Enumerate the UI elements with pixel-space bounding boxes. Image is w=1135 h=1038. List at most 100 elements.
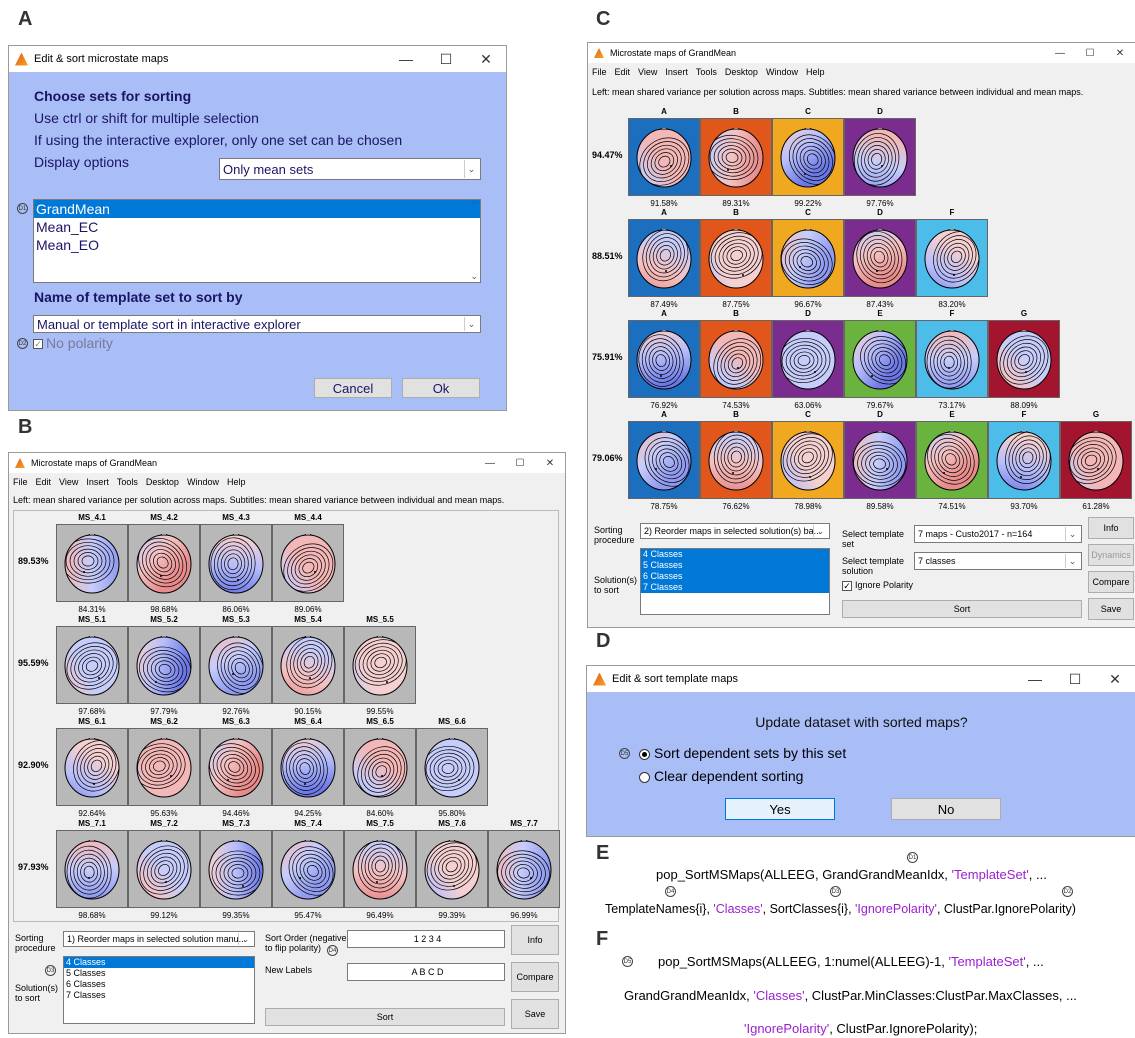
microstate-map[interactable]: A 78.75% bbox=[628, 410, 700, 511]
list-item[interactable]: 4 Classes bbox=[64, 957, 254, 968]
microstate-map[interactable]: MS_7.6 99.39% bbox=[416, 819, 488, 920]
sort-button[interactable]: Sort bbox=[842, 600, 1082, 618]
microstate-map[interactable]: D 63.06% bbox=[772, 309, 844, 410]
sort-button[interactable]: Sort bbox=[265, 1008, 505, 1026]
microstate-map[interactable]: G 61.28% bbox=[1060, 410, 1132, 511]
list-item[interactable]: 5 Classes bbox=[64, 968, 254, 979]
microstate-map[interactable]: MS_4.4 89.06% bbox=[272, 513, 344, 614]
microstate-map[interactable]: MS_4.2 98.68% bbox=[128, 513, 200, 614]
save-button[interactable]: Save bbox=[1088, 598, 1134, 620]
microstate-map[interactable]: MS_4.3 86.06% bbox=[200, 513, 272, 614]
microstate-map[interactable]: C 96.67% bbox=[772, 208, 844, 309]
info-button[interactable]: Info bbox=[1088, 517, 1134, 539]
solutions-listbox[interactable]: 4 Classes 5 Classes 6 Classes 7 Classes bbox=[640, 548, 830, 615]
microstate-map[interactable]: MS_7.4 95.47% bbox=[272, 819, 344, 920]
microstate-map[interactable]: D 87.43% bbox=[844, 208, 916, 309]
menu-item-window[interactable]: Window bbox=[766, 67, 798, 77]
menu-item-edit[interactable]: Edit bbox=[615, 67, 631, 77]
microstate-map[interactable]: MS_6.5 84.60% bbox=[344, 717, 416, 818]
menu-item-window[interactable]: Window bbox=[187, 477, 219, 487]
microstate-map[interactable]: MS_6.1 92.64% bbox=[56, 717, 128, 818]
microstate-map[interactable]: MS_6.4 94.25% bbox=[272, 717, 344, 818]
menu-item-desktop[interactable]: Desktop bbox=[725, 67, 758, 77]
menu-item-help[interactable]: Help bbox=[806, 67, 825, 77]
microstate-map[interactable]: A 76.92% bbox=[628, 309, 700, 410]
microstate-map[interactable]: D 97.76% bbox=[844, 107, 916, 208]
compare-button[interactable]: Compare bbox=[511, 962, 559, 992]
sets-listbox[interactable]: GrandMean Mean_EC Mean_EO ⌃ ⌄ bbox=[33, 199, 481, 283]
microstate-map[interactable]: MS_5.4 90.15% bbox=[272, 615, 344, 716]
microstate-map[interactable]: B 89.31% bbox=[700, 107, 772, 208]
microstate-map[interactable]: F 83.20% bbox=[916, 208, 988, 309]
microstate-map[interactable]: MS_7.1 98.68% bbox=[56, 819, 128, 920]
menu-item-file[interactable]: File bbox=[13, 477, 28, 487]
template-solution-dropdown[interactable]: 7 classes ⌄ bbox=[914, 552, 1082, 570]
no-button[interactable]: No bbox=[891, 798, 1001, 820]
close-icon[interactable]: ✕ bbox=[1095, 671, 1135, 688]
menu-item-edit[interactable]: Edit bbox=[36, 477, 52, 487]
microstate-map[interactable]: A 91.58% bbox=[628, 107, 700, 208]
menu-item-tools[interactable]: Tools bbox=[117, 477, 138, 487]
microstate-map[interactable]: B 76.62% bbox=[700, 410, 772, 511]
microstate-map[interactable]: F 73.17% bbox=[916, 309, 988, 410]
sorting-procedure-dropdown[interactable]: 1) Reorder maps in selected solution man… bbox=[63, 931, 255, 947]
no-polarity-checkbox[interactable]: ✓ No polarity bbox=[33, 335, 113, 351]
close-icon[interactable]: ✕ bbox=[535, 458, 565, 469]
radio-clear-dependent[interactable]: Clear dependent sorting bbox=[639, 768, 803, 784]
microstate-map[interactable]: G 88.09% bbox=[988, 309, 1060, 410]
template-set-dropdown[interactable]: 7 maps - Custo2017 - n=164 ⌄ bbox=[914, 525, 1082, 543]
microstate-map[interactable]: A 87.49% bbox=[628, 208, 700, 309]
compare-button[interactable]: Compare bbox=[1088, 571, 1134, 593]
menu-item-file[interactable]: File bbox=[592, 67, 607, 77]
menu-item-view[interactable]: View bbox=[59, 477, 78, 487]
menu-item-tools[interactable]: Tools bbox=[696, 67, 717, 77]
microstate-map[interactable]: MS_7.3 99.35% bbox=[200, 819, 272, 920]
maximize-icon[interactable]: ☐ bbox=[1075, 48, 1105, 59]
microstate-map[interactable]: F 93.70% bbox=[988, 410, 1060, 511]
minimize-icon[interactable]: — bbox=[475, 458, 505, 469]
minimize-icon[interactable]: — bbox=[1045, 48, 1075, 59]
sort-order-input[interactable]: 1 2 3 4 bbox=[347, 930, 505, 948]
info-button[interactable]: Info bbox=[511, 925, 559, 955]
menu-item-help[interactable]: Help bbox=[227, 477, 246, 487]
maximize-icon[interactable]: ☐ bbox=[505, 458, 535, 469]
template-set-dropdown[interactable]: Manual or template sort in interactive e… bbox=[33, 315, 481, 333]
minimize-icon[interactable]: — bbox=[1015, 671, 1055, 687]
microstate-map[interactable]: MS_7.5 96.49% bbox=[344, 819, 416, 920]
microstate-map[interactable]: C 78.98% bbox=[772, 410, 844, 511]
microstate-map[interactable]: MS_5.3 92.76% bbox=[200, 615, 272, 716]
microstate-map[interactable]: B 74.53% bbox=[700, 309, 772, 410]
close-icon[interactable]: ✕ bbox=[1105, 48, 1135, 59]
menu-item-view[interactable]: View bbox=[638, 67, 657, 77]
microstate-map[interactable]: MS_5.5 99.55% bbox=[344, 615, 416, 716]
list-item[interactable]: GrandMean bbox=[34, 200, 480, 218]
microstate-map[interactable]: MS_7.2 99.12% bbox=[128, 819, 200, 920]
microstate-map[interactable]: MS_7.7 96.99% bbox=[488, 819, 560, 920]
microstate-map[interactable]: E 79.67% bbox=[844, 309, 916, 410]
microstate-map[interactable]: MS_5.1 97.68% bbox=[56, 615, 128, 716]
dynamics-button[interactable]: Dynamics bbox=[1088, 544, 1134, 566]
maximize-icon[interactable]: ☐ bbox=[426, 51, 466, 68]
list-item[interactable]: 7 Classes bbox=[641, 582, 829, 593]
microstate-map[interactable]: MS_6.3 94.46% bbox=[200, 717, 272, 818]
maximize-icon[interactable]: ☐ bbox=[1055, 671, 1095, 688]
menu-item-insert[interactable]: Insert bbox=[86, 477, 109, 487]
microstate-map[interactable]: C 99.22% bbox=[772, 107, 844, 208]
yes-button[interactable]: Yes bbox=[725, 798, 835, 820]
microstate-map[interactable]: MS_4.1 84.31% bbox=[56, 513, 128, 614]
ok-button[interactable]: Ok bbox=[402, 378, 480, 398]
display-options-dropdown[interactable]: Only mean sets ⌄ bbox=[219, 158, 481, 180]
new-labels-input[interactable]: A B C D bbox=[347, 963, 505, 981]
list-item[interactable]: 6 Classes bbox=[64, 979, 254, 990]
menu-item-insert[interactable]: Insert bbox=[665, 67, 688, 77]
sorting-procedure-dropdown[interactable]: 2) Reorder maps in selected solution(s) … bbox=[640, 523, 830, 539]
microstate-map[interactable]: MS_5.2 97.79% bbox=[128, 615, 200, 716]
minimize-icon[interactable]: — bbox=[386, 51, 426, 67]
scroll-up-icon[interactable]: ⌃ bbox=[470, 200, 478, 211]
solutions-listbox[interactable]: 4 Classes 5 Classes 6 Classes 7 Classes bbox=[63, 956, 255, 1024]
menu-item-desktop[interactable]: Desktop bbox=[146, 477, 179, 487]
microstate-map[interactable]: D 89.58% bbox=[844, 410, 916, 511]
list-item[interactable]: 7 Classes bbox=[64, 990, 254, 1001]
list-item[interactable]: 4 Classes bbox=[641, 549, 829, 560]
scroll-down-icon[interactable]: ⌄ bbox=[470, 271, 478, 282]
